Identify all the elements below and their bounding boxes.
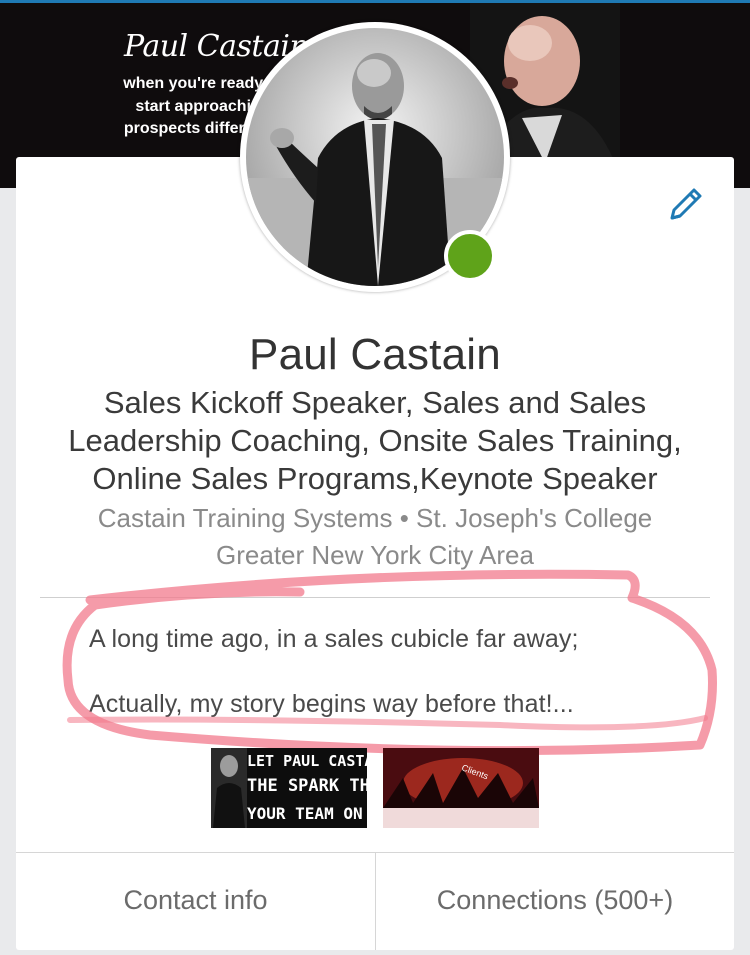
- audience-thumb-photo: Clients: [383, 748, 539, 828]
- media-thumbnail[interactable]: Clients: [383, 748, 539, 828]
- profile-companies: Castain Training Systems • St. Joseph's …: [97, 503, 653, 533]
- section-divider: [40, 597, 710, 598]
- connections-button[interactable]: Connections (500+): [376, 885, 734, 916]
- headline-line: Online Sales Programs,Keynote Speaker: [92, 461, 658, 496]
- thumb-text: LET PAUL CASTA: [247, 752, 367, 770]
- profile-name: Paul Castain: [249, 330, 501, 379]
- media-thumbnail[interactable]: LET PAUL CASTA THE SPARK THA YOUR TEAM O…: [211, 748, 367, 828]
- pencil-icon[interactable]: [664, 182, 708, 226]
- speaker-thumb-photo: [211, 748, 247, 828]
- profile-location: Greater New York City Area: [216, 540, 534, 570]
- thumb-text: YOUR TEAM ON F: [247, 804, 367, 823]
- headline-line: Leadership Coaching, Onsite Sales Traini…: [68, 423, 682, 458]
- thumb-text: THE SPARK THA: [247, 776, 367, 796]
- contact-info-button[interactable]: Contact info: [16, 885, 375, 916]
- summary-line[interactable]: Actually, my story begins way before tha…: [89, 690, 709, 719]
- headline-line: Sales Kickoff Speaker, Sales and Sales: [103, 385, 647, 420]
- summary-line[interactable]: A long time ago, in a sales cubicle far …: [89, 625, 709, 654]
- profile-headline: Sales Kickoff Speaker, Sales and Sales L…: [20, 384, 730, 498]
- online-status-icon: [444, 230, 496, 282]
